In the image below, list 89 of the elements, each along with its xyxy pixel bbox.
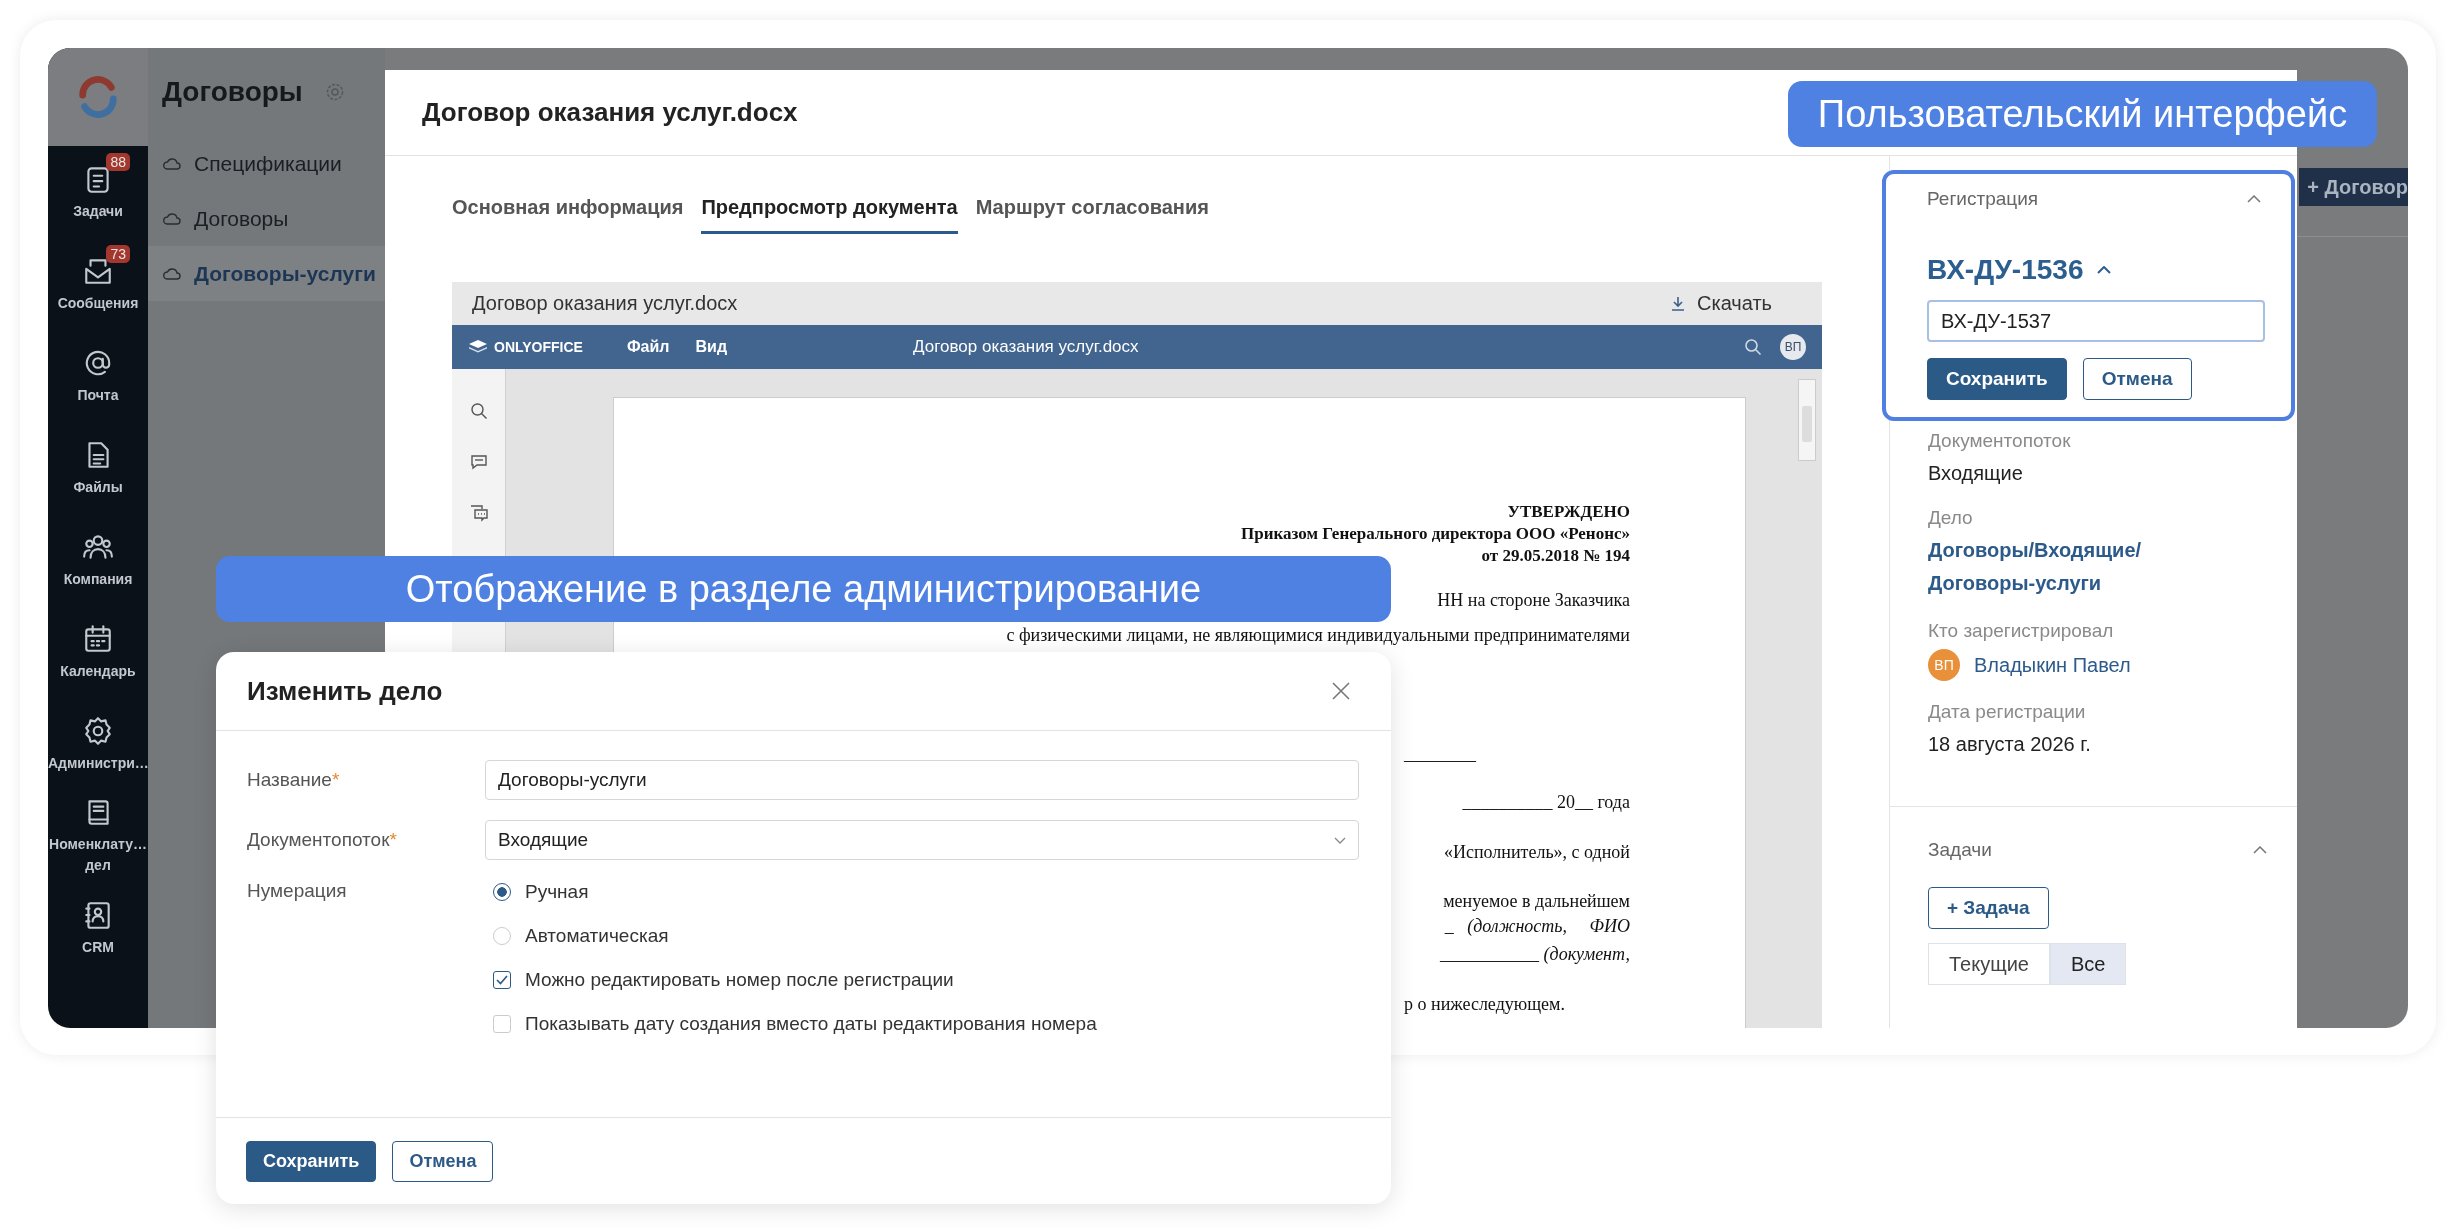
scrollbar[interactable] xyxy=(1798,379,1816,461)
filter-toggle[interactable]: Текущие xyxy=(1928,943,2050,985)
registration-number: ВХ-ДУ-1536 xyxy=(1927,254,2084,286)
document-text: ___________ (документ, xyxy=(1440,943,1630,965)
case-link[interactable]: Договоры/Входящие/Договоры-услуги xyxy=(1928,534,2248,600)
search-icon[interactable] xyxy=(1744,338,1762,356)
document-text: УТВЕРЖДЕНО xyxy=(1507,501,1630,523)
field-label: Документопоток xyxy=(1928,429,2072,453)
editor-brand: ONLYOFFICE xyxy=(494,339,583,355)
editor-menu-item[interactable]: Файл xyxy=(626,338,670,356)
radio-option[interactable]: Автоматическая xyxy=(493,924,1097,948)
sidebar-nav-item[interactable]: Календарь xyxy=(48,606,148,698)
file-name: Договор оказания услуг.docx xyxy=(472,292,738,315)
chat-icon[interactable] xyxy=(469,504,488,522)
callout-label: Пользовательский интерфейс xyxy=(1788,81,2377,147)
search-icon[interactable] xyxy=(469,402,488,420)
chevron-icon[interactable] xyxy=(2253,846,2267,854)
name-input-field[interactable]: Договоры-услуги xyxy=(485,760,1359,800)
chevron-icon[interactable] xyxy=(2097,266,2112,274)
tab[interactable]: Предпросмотр документа xyxy=(701,196,958,234)
dialog-title: Изменить дело xyxy=(247,675,443,707)
field-label: Документопоток* xyxy=(247,829,398,851)
document-text: менуемое в дальнейшем xyxy=(1443,890,1630,912)
sidebar-nav-item[interactable]: Компания xyxy=(48,514,148,606)
field-label: Дата регистрации xyxy=(1928,700,2087,724)
sidebar-nav-item[interactable]: 73 Сообщения xyxy=(48,238,148,330)
user-avatar: ВП xyxy=(1928,649,1960,681)
sidebar-nav-item[interactable]: CRM xyxy=(48,882,148,974)
cloud-icon xyxy=(162,266,182,281)
document-text: от 29.05.2018 № 194 xyxy=(1481,545,1630,567)
cancel-button[interactable]: Отмена xyxy=(392,1140,494,1182)
count-badge: 88 xyxy=(106,152,130,171)
add-task-button[interactable]: + Задача xyxy=(1928,887,2049,929)
checkbox-option[interactable]: Показывать дату создания вместо даты редактирования номера xyxy=(493,1012,1097,1036)
user-link[interactable]: Владыкин Павел xyxy=(1974,653,2131,677)
add-contract-button[interactable]: + Договор xyxy=(2299,168,2408,206)
sidebar-nav-item[interactable]: Администри… xyxy=(48,698,148,790)
count-badge: 73 xyxy=(106,244,130,263)
document-text: Приказом Генерального директора ООО «Ренонс» xyxy=(1241,523,1630,545)
document-text: с физическими лицами, не являющимися индивидуальными предпринимателями xyxy=(1006,624,1630,646)
number-input-field[interactable]: ВХ-ДУ-1537 xyxy=(1927,300,2265,342)
cloud-icon xyxy=(162,211,182,226)
sidebar-nav-item[interactable]: 88 Задачи xyxy=(48,146,148,238)
document-text: «Исполнитель», с одной xyxy=(1443,841,1630,863)
dialog-title: Договор оказания услуг.docx xyxy=(422,97,798,128)
section-heading: Регистрация xyxy=(1927,188,2039,210)
editor-file-title: Договор оказания услуг.docx xyxy=(913,337,1140,357)
calendar-icon xyxy=(82,622,114,655)
checkbox-option[interactable]: Можно редактировать номер после регистрации xyxy=(493,968,1097,992)
section-heading: Задачи xyxy=(1928,839,1992,861)
field-label: Кто зарегистрировал xyxy=(1928,619,2115,643)
filter-toggle[interactable]: Все xyxy=(2049,943,2127,985)
sidebar-nav-item[interactable]: Почта xyxy=(48,330,148,422)
checkbox[interactable] xyxy=(493,971,511,989)
callout-label: Отображение в разделе администрирование xyxy=(216,556,1391,622)
radio-button[interactable] xyxy=(493,883,511,901)
download-link[interactable]: Скачать xyxy=(1665,291,1778,316)
close-icon[interactable] xyxy=(1331,681,1351,701)
chevron-icon xyxy=(1334,836,1346,844)
save-button[interactable]: Сохранить xyxy=(1927,358,2067,400)
radio-option[interactable]: Ручная xyxy=(493,880,1097,904)
user-avatar[interactable]: ВП xyxy=(1780,334,1806,360)
folder-item[interactable]: Договоры xyxy=(148,191,385,246)
download-icon xyxy=(1671,295,1685,312)
layers-icon xyxy=(468,339,488,355)
field-value: Входящие xyxy=(1928,461,2024,486)
gear-icon xyxy=(82,714,114,747)
sidebar-nav-item[interactable]: Файлы xyxy=(48,422,148,514)
save-button[interactable]: Сохранить xyxy=(246,1140,377,1182)
document-flow-select[interactable]: Входящие xyxy=(485,820,1359,860)
document-text: ________ xyxy=(1404,743,1476,765)
editor-menu-item[interactable]: Вид xyxy=(695,338,728,356)
field-label: Название* xyxy=(247,769,341,791)
tab[interactable]: Маршрут согласования xyxy=(975,196,1209,234)
document-text: __________ 20__ года xyxy=(1462,791,1630,813)
field-value: 18 августа 2026 г. xyxy=(1928,732,2092,757)
sidebar-nav-item[interactable]: Номенклату… дел xyxy=(48,790,148,882)
section-title: Договоры xyxy=(162,76,303,108)
comment-icon[interactable] xyxy=(469,453,488,471)
chevron-icon[interactable] xyxy=(2247,195,2261,203)
cancel-button[interactable]: Отмена xyxy=(2082,358,2192,400)
field-label: Дело xyxy=(1928,506,1974,530)
document-text: НН на стороне Заказчика xyxy=(1437,589,1630,611)
field-label: Нумерация xyxy=(247,880,348,902)
cloud-icon xyxy=(162,156,182,171)
document-text: р о нижеследующем. xyxy=(1404,993,1565,1015)
folder-item[interactable]: Спецификации xyxy=(148,136,385,191)
tab[interactable]: Основная информация xyxy=(452,196,684,234)
document-text: _ (должность, ФИО xyxy=(1444,915,1630,937)
